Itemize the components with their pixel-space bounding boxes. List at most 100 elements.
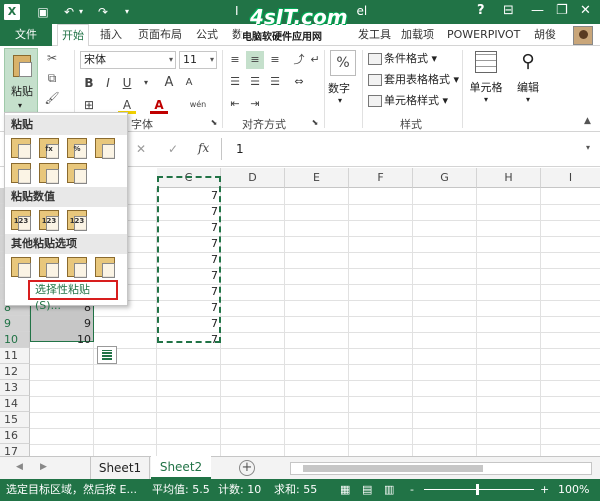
tab-formulas[interactable]: 公式 <box>196 24 218 46</box>
editing-button[interactable]: ⚲ 编辑 ▾ <box>508 48 548 112</box>
paste-link-icon[interactable] <box>39 257 59 278</box>
paste-icon[interactable] <box>11 138 31 159</box>
column-header-g[interactable]: G <box>413 168 477 188</box>
cell-c9[interactable]: 7 <box>157 316 221 332</box>
add-sheet-button[interactable]: + <box>239 460 255 476</box>
cell-c7[interactable]: 7 <box>157 284 221 300</box>
number-format-button[interactable]: % <box>330 50 356 76</box>
paste-picture-icon[interactable] <box>67 257 87 278</box>
quick-analysis-icon[interactable] <box>97 346 117 364</box>
row-header[interactable]: 11 <box>0 348 30 364</box>
zoom-level[interactable]: 100% <box>558 479 589 501</box>
cell-a10[interactable]: 10 <box>30 332 94 348</box>
paste-linked-picture-icon[interactable] <box>95 257 115 278</box>
paste-special-menu-item[interactable]: 选择性粘贴(S)... <box>28 280 118 312</box>
paste-formatting-icon[interactable] <box>11 257 31 278</box>
font-dialog-launcher-icon[interactable]: ⬊ <box>205 114 223 132</box>
paste-formulas-icon[interactable]: fx <box>39 138 59 159</box>
row-header[interactable]: 12 <box>0 364 30 380</box>
cell-c10[interactable]: 7 <box>157 332 221 348</box>
paste-values-icon[interactable]: 123 <box>11 210 31 231</box>
normal-view-icon[interactable]: ▦ <box>340 479 350 501</box>
cells-button[interactable]: 单元格 ▾ <box>466 48 506 112</box>
user-name[interactable]: 胡俊 <box>534 24 556 46</box>
merge-center-icon[interactable]: ⇔ <box>290 73 308 91</box>
collapse-ribbon-icon[interactable]: ▲ <box>584 116 591 126</box>
paste-formulas-number-format-icon[interactable]: % <box>67 138 87 159</box>
column-header-e[interactable]: E <box>285 168 349 188</box>
restore-icon[interactable]: ❐ <box>556 3 568 18</box>
cell-c6[interactable]: 7 <box>157 268 221 284</box>
customize-quick-access-icon[interactable]: ▾ <box>118 3 136 21</box>
cell-c3[interactable]: 7 <box>157 220 221 236</box>
cancel-icon[interactable]: ✕ <box>136 142 146 156</box>
increase-indent-icon[interactable]: ⇥ <box>246 95 264 113</box>
paste-transpose-icon[interactable] <box>67 163 87 184</box>
sheet-tab-sheet2[interactable]: Sheet2 <box>151 456 211 479</box>
insert-function-icon[interactable]: fx <box>198 141 209 155</box>
bold-button[interactable]: B <box>80 74 98 92</box>
font-color-icon[interactable]: A <box>150 96 168 114</box>
wrap-text-icon[interactable]: ↵ <box>306 51 324 69</box>
row-header[interactable]: 17 <box>0 444 30 456</box>
scroll-left-icon[interactable]: ◀ <box>16 462 23 472</box>
cell-c8[interactable]: 7 <box>157 300 221 316</box>
shrink-font-button[interactable]: A <box>180 74 198 92</box>
formula-input[interactable]: 1 <box>236 142 244 156</box>
row-header[interactable]: 16 <box>0 428 30 444</box>
help-icon[interactable]: ? <box>477 3 485 18</box>
tab-powerpivot[interactable]: POWERPIVOT <box>447 24 520 46</box>
minimize-icon[interactable]: — <box>531 3 544 18</box>
align-center-icon[interactable]: ☰ <box>246 73 264 91</box>
format-as-table-button[interactable]: 套用表格格式 ▾ <box>368 71 459 89</box>
scroll-right-icon[interactable]: ▶ <box>40 462 47 472</box>
font-name-select[interactable]: 宋体 ▾ <box>80 51 176 69</box>
sheet-tab-sheet1[interactable]: Sheet1 <box>90 457 150 479</box>
row-header[interactable]: 15 <box>0 412 30 428</box>
page-break-view-icon[interactable]: ▥ <box>384 479 394 501</box>
avatar[interactable] <box>573 26 593 45</box>
column-header-f[interactable]: F <box>349 168 413 188</box>
zoom-out-button[interactable]: - <box>410 479 414 501</box>
cell-c1[interactable]: 7 <box>157 188 221 204</box>
cell-c5[interactable]: 7 <box>157 252 221 268</box>
align-right-icon[interactable]: ☰ <box>266 73 284 91</box>
scrollbar-thumb[interactable] <box>303 465 483 472</box>
align-middle-icon[interactable]: ≡ <box>246 51 264 69</box>
column-header-h[interactable]: H <box>477 168 541 188</box>
paste-no-borders-icon[interactable] <box>11 163 31 184</box>
paste-keep-column-widths-icon[interactable] <box>39 163 59 184</box>
alignment-dialog-launcher-icon[interactable]: ⬊ <box>306 114 324 132</box>
enter-icon[interactable]: ✓ <box>168 142 178 156</box>
cut-icon[interactable]: ✂ <box>44 50 60 66</box>
tab-addins[interactable]: 加载项 <box>401 24 434 46</box>
copy-icon[interactable]: ⧉ <box>44 70 60 86</box>
underline-dropdown-icon[interactable]: ▾ <box>137 74 155 92</box>
align-bottom-icon[interactable]: ≡ <box>266 51 284 69</box>
tab-page-layout[interactable]: 页面布局 <box>138 24 182 46</box>
paste-values-source-formatting-icon[interactable]: 123 <box>67 210 87 231</box>
cell-c2[interactable]: 7 <box>157 204 221 220</box>
paste-keep-source-formatting-icon[interactable] <box>95 138 115 159</box>
paste-values-number-format-icon[interactable]: 123 <box>39 210 59 231</box>
undo-dropdown-icon[interactable]: ▾ <box>76 3 86 21</box>
save-icon[interactable]: ▣ <box>34 3 52 21</box>
tab-file[interactable]: 文件 <box>0 24 52 46</box>
cell-c4[interactable]: 7 <box>157 236 221 252</box>
paste-button[interactable]: 粘贴 ▾ <box>4 48 38 120</box>
ribbon-display-icon[interactable]: ⊟ <box>503 3 514 18</box>
align-left-icon[interactable]: ☰ <box>226 73 244 91</box>
cell-a9[interactable]: 9 <box>30 316 94 332</box>
column-header-d[interactable]: D <box>221 168 285 188</box>
zoom-in-button[interactable]: + <box>540 479 549 501</box>
expand-formula-bar-icon[interactable]: ▾ <box>586 143 590 152</box>
align-top-icon[interactable]: ≡ <box>226 51 244 69</box>
tab-insert[interactable]: 插入 <box>100 24 122 46</box>
row-header[interactable]: 13 <box>0 380 30 396</box>
column-header-i[interactable]: I <box>541 168 600 188</box>
cell-styles-button[interactable]: 单元格样式 ▾ <box>368 92 448 110</box>
format-painter-icon[interactable]: 🖌 <box>44 90 60 106</box>
underline-button[interactable]: U <box>118 74 136 92</box>
redo-icon[interactable]: ↷ <box>94 3 112 21</box>
tab-home[interactable]: 开始 <box>57 24 89 47</box>
